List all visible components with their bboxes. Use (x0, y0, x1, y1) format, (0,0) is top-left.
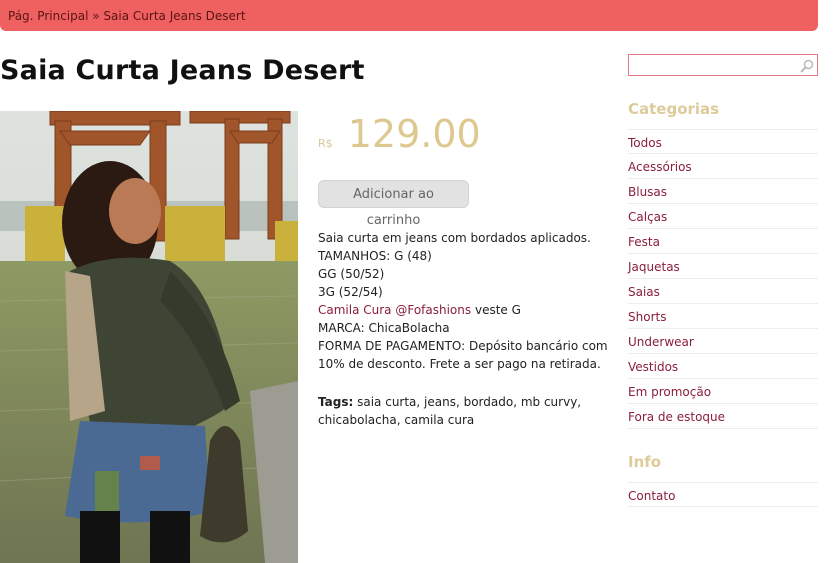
category-link-vestidos[interactable]: Vestidos (628, 354, 818, 374)
category-item: Todos (628, 129, 818, 154)
category-link-saias[interactable]: Saias (628, 279, 818, 299)
tags-label: Tags: (318, 395, 354, 409)
product-photo[interactable] (0, 111, 298, 563)
price-block: R$ 129.00 (318, 112, 481, 156)
payment-line: FORMA DE PAGAMENTO: Depósito bancário co… (318, 339, 608, 371)
category-link-shorts[interactable]: Shorts (628, 304, 818, 324)
currency-symbol: R$ (318, 137, 333, 150)
brand-line: MARCA: ChicaBolacha (318, 321, 450, 335)
sizes-line: TAMANHOS: G (48) (318, 249, 432, 263)
category-item: Fora de estoque (628, 404, 818, 429)
categories-list: Todos Acessórios Blusas Calças Festa Jaq… (628, 129, 818, 429)
category-link-fora-de-estoque[interactable]: Fora de estoque (628, 404, 818, 424)
category-link-blusas[interactable]: Blusas (628, 179, 818, 199)
category-link-jaquetas[interactable]: Jaquetas (628, 254, 818, 274)
category-item: Shorts (628, 304, 818, 329)
category-link-em-promocao[interactable]: Em promoção (628, 379, 818, 399)
breadcrumb-separator: » (92, 9, 100, 23)
info-list: Contato (628, 482, 818, 507)
info-heading: Info (628, 453, 662, 471)
search-input[interactable] (631, 57, 795, 75)
product-description: Saia curta em jeans com bordados aplicad… (318, 229, 608, 373)
page-title: Saia Curta Jeans Desert (0, 55, 365, 86)
breadcrumb-current: Saia Curta Jeans Desert (103, 9, 246, 23)
category-link-festa[interactable]: Festa (628, 229, 818, 249)
category-item: Calças (628, 204, 818, 229)
category-item: Blusas (628, 179, 818, 204)
search-box (628, 54, 818, 76)
breadcrumb-bar: Pág. Principal » Saia Curta Jeans Desert (0, 0, 818, 31)
category-item: Acessórios (628, 154, 818, 179)
category-link-underwear[interactable]: Underwear (628, 329, 818, 349)
search-icon[interactable] (800, 58, 814, 73)
info-item: Contato (628, 482, 818, 507)
tags-list[interactable]: saia curta, jeans, bordado, mb curvy, ch… (318, 395, 581, 427)
category-link-calcas[interactable]: Calças (628, 204, 818, 224)
add-to-cart-button[interactable]: Adicionar ao carrinho (318, 180, 469, 228)
category-link-acessorios[interactable]: Acessórios (628, 154, 818, 174)
model-suffix: veste G (474, 303, 521, 317)
category-item: Em promoção (628, 379, 818, 404)
info-link-contato[interactable]: Contato (628, 483, 818, 503)
category-item: Saias (628, 279, 818, 304)
model-link[interactable]: Camila Cura @Fofashions (318, 303, 471, 317)
product-price: 129.00 (347, 112, 481, 156)
breadcrumb-home-link[interactable]: Pág. Principal (8, 9, 88, 23)
category-item: Jaquetas (628, 254, 818, 279)
category-item: Underwear (628, 329, 818, 354)
breadcrumb: Pág. Principal » Saia Curta Jeans Desert (8, 9, 246, 23)
description-line: Saia curta em jeans com bordados aplicad… (318, 231, 591, 245)
model-line: Camila Cura @Fofashions veste G (318, 301, 608, 319)
sizes-line: GG (50/52) (318, 267, 385, 281)
category-item: Vestidos (628, 354, 818, 379)
categories-heading: Categorias (628, 100, 720, 118)
category-item: Festa (628, 229, 818, 254)
category-link-todos[interactable]: Todos (628, 130, 818, 150)
product-photo-illustration (0, 111, 298, 563)
product-tags: Tags: saia curta, jeans, bordado, mb cur… (318, 393, 608, 429)
sizes-line: 3G (52/54) (318, 285, 383, 299)
